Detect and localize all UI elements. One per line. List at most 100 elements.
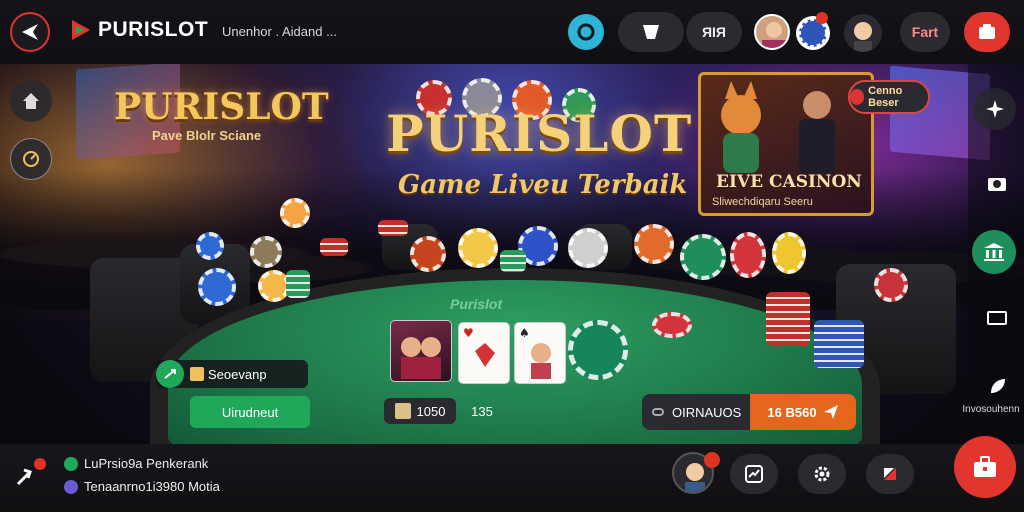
footer-line-2: Tenaanrno1i3980 Motia [64, 479, 220, 494]
svg-text:♥: ♥ [463, 326, 474, 340]
chip-stack-3 [500, 250, 526, 272]
chip-red-2 [730, 232, 766, 278]
chip-orange [280, 198, 310, 228]
settings-button[interactable] [798, 454, 846, 494]
wallet-button[interactable] [964, 12, 1010, 52]
footer-line-1-text: LuPrsio9a Penkerank [84, 456, 209, 471]
share-notification-dot [34, 458, 46, 470]
chip-blue-2 [198, 268, 236, 306]
chip-green [680, 234, 726, 280]
casino-badge-label: Cenno Beser [868, 85, 903, 109]
tv-icon [987, 311, 1007, 325]
history-button[interactable] [10, 138, 52, 180]
tv-button[interactable] [982, 304, 1012, 334]
confirm-bet-amount: 16 B560 [767, 404, 817, 420]
coin-icon [190, 367, 204, 381]
home-icon [23, 93, 39, 109]
shuffle-icon [156, 360, 184, 388]
green-action-label: Uirudneut [221, 404, 279, 420]
sparkle-button[interactable] [974, 88, 1016, 130]
left-banner-subtitle: Pave Blolr Sciane [152, 128, 262, 143]
briefcase-icon [974, 456, 996, 477]
nav-subtitle[interactable]: Unenhor . Aidand ... [222, 24, 337, 39]
svg-text:♠: ♠ [519, 326, 530, 340]
dealer-card-image[interactable] [390, 320, 452, 382]
green-action-button[interactable]: Uirudneut [190, 396, 310, 428]
main-banner-title: PURISLOT [386, 104, 693, 163]
chip-stack-5 [814, 320, 864, 368]
user-avatar-1[interactable] [754, 14, 790, 50]
chip-red-4 [652, 312, 692, 338]
profile-face-icon [854, 22, 872, 52]
badge-dot-icon [850, 89, 865, 105]
sparkle-icon [986, 100, 1004, 118]
chip-stack-4 [766, 292, 810, 346]
gift-icon [884, 468, 896, 480]
bet-card-icon [394, 403, 411, 419]
bet-secondary-value: 135 [471, 403, 493, 419]
chip-yellow [458, 228, 498, 268]
gift-button[interactable] [866, 454, 914, 494]
leaf-icon [991, 379, 1005, 393]
back-icon [22, 24, 38, 40]
online-status-icon [64, 456, 78, 471]
bet-amount-value: 1050 [416, 403, 446, 419]
left-banner-title: PURISLOT [114, 86, 329, 128]
cashier-button[interactable] [954, 436, 1016, 498]
inbox-button[interactable] [618, 12, 684, 52]
notification-dot [816, 12, 828, 24]
casino-badge: Cenno Beser [848, 80, 930, 114]
option-label: OIRNAUOS [672, 404, 742, 420]
chip-stack-2 [286, 270, 310, 298]
chip-orange-2 [634, 224, 674, 264]
chip-yellow-2 [772, 232, 806, 274]
footer-line-1: LuPrsio9a Penkerank [64, 456, 208, 471]
brand-name: PURISLOT [98, 18, 209, 41]
live-casino-sign-subtitle: Sliwechdiqaru Seeru [712, 196, 813, 208]
chart-button[interactable] [730, 454, 778, 494]
option-selector[interactable]: OIRNAUOS [642, 394, 750, 430]
user-avatar-2[interactable] [844, 14, 882, 52]
table-felt-logo: Purislot [450, 296, 503, 312]
chip-silver [568, 228, 608, 268]
back-button[interactable] [10, 12, 50, 52]
player-notification-dot [704, 452, 720, 468]
leaf-button[interactable] [982, 372, 1012, 402]
refresh-icon [577, 23, 595, 41]
playing-card-queen[interactable]: ♠ [514, 322, 566, 384]
send-icon [823, 405, 838, 419]
confirm-bet-button[interactable]: 16 B560 [750, 394, 856, 430]
left-control[interactable]: Seoevanp [156, 360, 308, 388]
chip-blue [196, 232, 224, 260]
live-casino-sign-title: EIVE CASINON [716, 172, 862, 192]
bank-icon [984, 243, 1004, 261]
queen-face-icon: ♠ [519, 326, 551, 379]
bet-secondary: 135 [462, 398, 502, 424]
account-pill[interactable]: Fart [900, 12, 950, 52]
home-button[interactable] [10, 80, 52, 122]
chip-stack-1 [320, 238, 348, 256]
main-banner-subtitle: Game Liveu Terbaik [398, 170, 688, 200]
bet-amount-display[interactable]: 1050 [384, 398, 456, 424]
wallet-icon [979, 24, 995, 39]
playing-card-heart[interactable]: ♥ [458, 322, 510, 384]
camera-icon [988, 178, 1006, 191]
inbox-icon [643, 25, 659, 39]
refresh-button[interactable] [568, 14, 604, 50]
settings-icon [814, 466, 830, 482]
chart-icon [745, 465, 763, 483]
chip-stack-6 [378, 220, 408, 236]
heart-suit-icon: ♥ [463, 326, 495, 367]
bank-button[interactable] [972, 230, 1016, 274]
chip-bronze [250, 236, 282, 268]
dealer-illustration [721, 81, 835, 173]
chip-red [410, 236, 446, 272]
info-status-icon [64, 479, 78, 494]
language-pill[interactable]: ЯIЯ [686, 12, 742, 52]
brand-logo[interactable]: PURISLOT [70, 18, 208, 42]
chip-red-3 [874, 268, 908, 302]
chip-green-large [568, 320, 628, 380]
footer-line-2-text: Tenaanrno1i3980 Motia [84, 479, 220, 494]
toggle-icon [652, 408, 664, 416]
camera-button[interactable] [982, 168, 1012, 198]
